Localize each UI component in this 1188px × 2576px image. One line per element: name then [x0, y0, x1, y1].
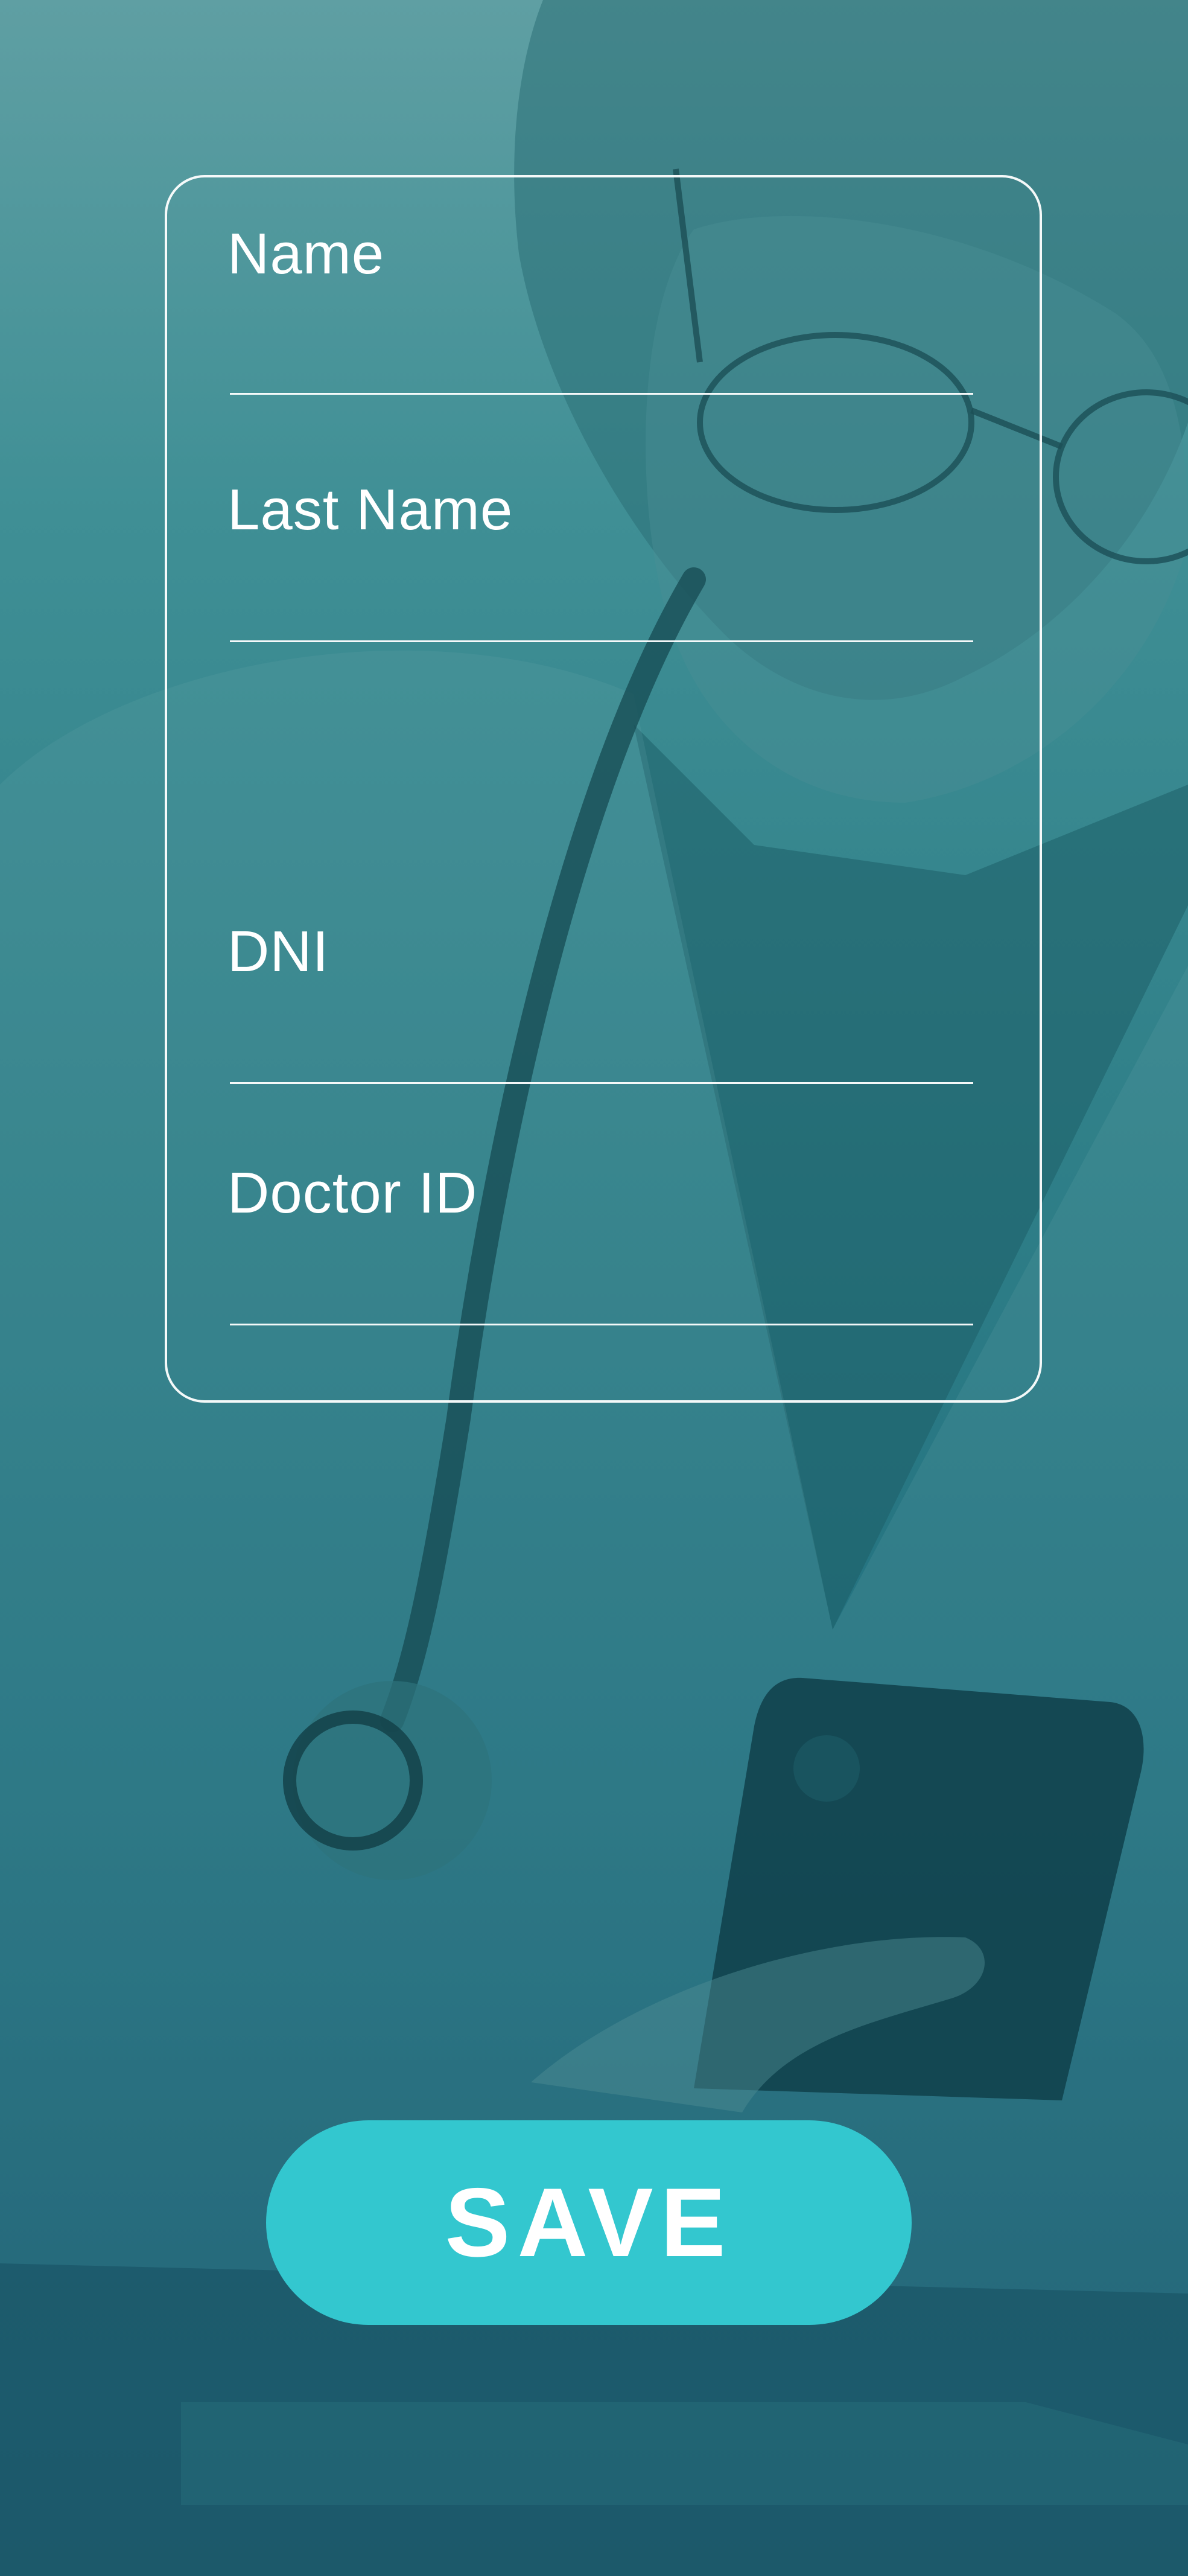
dni-field-group: DNI: [227, 919, 973, 1112]
save-button[interactable]: SAVE: [266, 2120, 912, 2325]
last-name-field-group: Last Name: [227, 477, 973, 670]
last-name-input[interactable]: [230, 576, 973, 642]
doctor-id-input[interactable]: [230, 1259, 973, 1325]
doctor-profile-screen: Name Last Name DNI Doctor ID SAVE: [0, 0, 1188, 2576]
last-name-label: Last Name: [227, 477, 513, 542]
dni-input[interactable]: [230, 1018, 973, 1084]
doctor-id-field-group: Doctor ID: [227, 1160, 973, 1353]
name-field-group: Name: [227, 221, 973, 414]
name-input[interactable]: [230, 328, 973, 395]
dni-label: DNI: [227, 919, 329, 984]
name-label: Name: [227, 222, 385, 286]
doctor-info-form: Name Last Name DNI Doctor ID: [165, 175, 1042, 1403]
doctor-id-label: Doctor ID: [227, 1161, 478, 1225]
